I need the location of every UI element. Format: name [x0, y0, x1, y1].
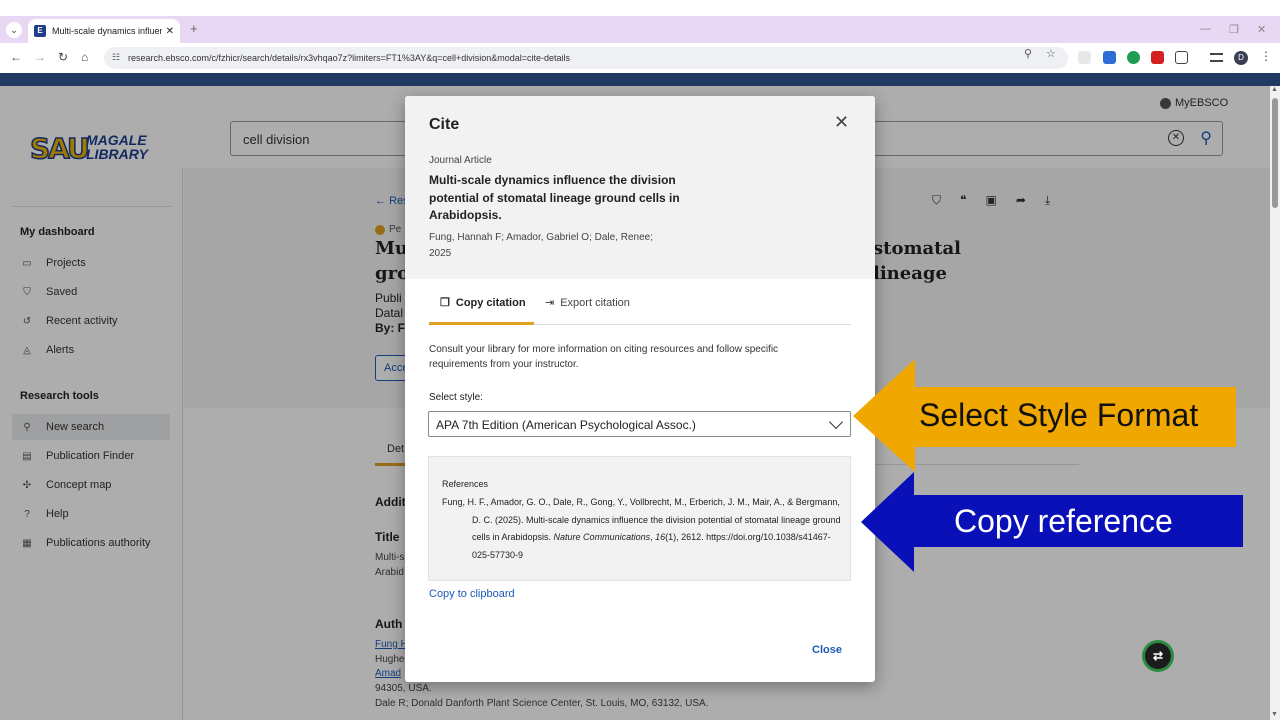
- url-field[interactable]: ☷ research.ebsco.com/c/fzhicr/search/det…: [104, 47, 1068, 69]
- references-heading: References: [442, 479, 489, 489]
- document-year: 2025: [429, 248, 452, 259]
- site-info-icon[interactable]: ☷: [112, 52, 120, 63]
- scroll-up-icon[interactable]: ▲: [1271, 86, 1278, 93]
- page-scrollbar[interactable]: ▲ ▼: [1270, 86, 1280, 720]
- scroll-thumb[interactable]: [1272, 98, 1278, 208]
- copy-icon: ❐: [440, 297, 450, 309]
- export-icon: ⇥: [545, 297, 555, 309]
- close-button[interactable]: Close: [812, 644, 842, 656]
- tab-close-icon[interactable]: ✕: [166, 26, 174, 37]
- active-tab-underline: [429, 322, 534, 325]
- ebsco-favicon-icon: E: [34, 25, 46, 37]
- extension-doc-icon[interactable]: [1078, 51, 1091, 64]
- tab-copy-citation[interactable]: ❐ Copy citation: [440, 296, 526, 310]
- profile-avatar[interactable]: D: [1234, 51, 1248, 65]
- minimize-icon[interactable]: —: [1200, 23, 1211, 35]
- home-icon[interactable]: ⌂: [81, 50, 88, 64]
- new-tab-icon[interactable]: +: [190, 21, 198, 36]
- bookmark-star-icon[interactable]: ☆: [1046, 47, 1056, 60]
- reading-list-icon[interactable]: [1210, 53, 1223, 62]
- document-authors: Fung, Hannah F; Amador, Gabriel O; Dale,…: [429, 232, 654, 243]
- extensions-puzzle-icon[interactable]: [1175, 51, 1188, 64]
- select-style-callout-text: Select Style Format: [919, 397, 1199, 433]
- tab-export-citation-label: Export citation: [560, 296, 630, 309]
- reference-volume: 16: [655, 532, 666, 542]
- tab-search-icon[interactable]: ⌄: [6, 22, 22, 38]
- forward-arrow-icon[interactable]: →: [34, 50, 46, 64]
- citation-style-value: APA 7th Edition (American Psychological …: [436, 418, 696, 432]
- extension-blue-icon[interactable]: [1103, 51, 1116, 64]
- reload-icon[interactable]: ↻: [58, 50, 68, 64]
- select-style-callout: Select Style Format: [853, 359, 1236, 472]
- modal-title: Cite: [429, 116, 460, 133]
- citation-style-select[interactable]: APA 7th Edition (American Psychological …: [428, 411, 851, 437]
- address-bar-row: ← → ↻ ⌂ ☷ research.ebsco.com/c/fzhicr/se…: [0, 43, 1280, 73]
- cite-modal: Cite ✕ Journal Article Multi-scale dynam…: [405, 96, 875, 682]
- tab-export-citation[interactable]: ⇥ Export citation: [545, 296, 630, 310]
- copy-reference-callout: Copy reference: [861, 472, 1243, 572]
- reference-text: Fung, H. F., Amador, G. O., Dale, R., Go…: [442, 494, 842, 564]
- document-type: Journal Article: [429, 155, 492, 166]
- scroll-down-icon[interactable]: ▼: [1271, 711, 1278, 718]
- browser-tab[interactable]: E Multi-scale dynamics influence ✕: [28, 19, 180, 43]
- restore-icon[interactable]: ❐: [1229, 23, 1239, 36]
- brand-bar: [0, 73, 1280, 86]
- window-close-icon[interactable]: ✕: [1257, 23, 1266, 36]
- cite-modal-header: Cite ✕ Journal Article Multi-scale dynam…: [405, 96, 875, 279]
- reference-box: References Fung, H. F., Amador, G. O., D…: [428, 456, 851, 581]
- consult-note: Consult your library for more informatio…: [429, 344, 779, 370]
- chevron-down-icon: [828, 414, 844, 430]
- copy-reference-callout-text: Copy reference: [954, 503, 1173, 539]
- style-label: Select style:: [429, 392, 483, 403]
- extension-grammarly-icon[interactable]: [1127, 51, 1140, 64]
- copy-to-clipboard-link[interactable]: Copy to clipboard: [429, 588, 515, 600]
- browser-tab-title: Multi-scale dynamics influence: [52, 26, 162, 36]
- reference-journal: Nature Communications: [553, 532, 651, 542]
- tab-copy-citation-label: Copy citation: [455, 296, 526, 309]
- browser-tab-bar: ⌄ E Multi-scale dynamics influence ✕ + —…: [0, 0, 1280, 43]
- extension-pdf-icon[interactable]: [1151, 51, 1164, 64]
- browser-menu-icon[interactable]: ⋮: [1260, 49, 1272, 63]
- close-icon[interactable]: ✕: [834, 112, 849, 133]
- chat-widget-button[interactable]: ⇄: [1145, 643, 1171, 669]
- document-title: Multi-scale dynamics influence the divis…: [429, 173, 680, 222]
- back-arrow-icon[interactable]: ←: [10, 50, 22, 64]
- zoom-icon[interactable]: ⚲: [1024, 47, 1032, 60]
- url-text: research.ebsco.com/c/fzhicr/search/detai…: [128, 53, 571, 63]
